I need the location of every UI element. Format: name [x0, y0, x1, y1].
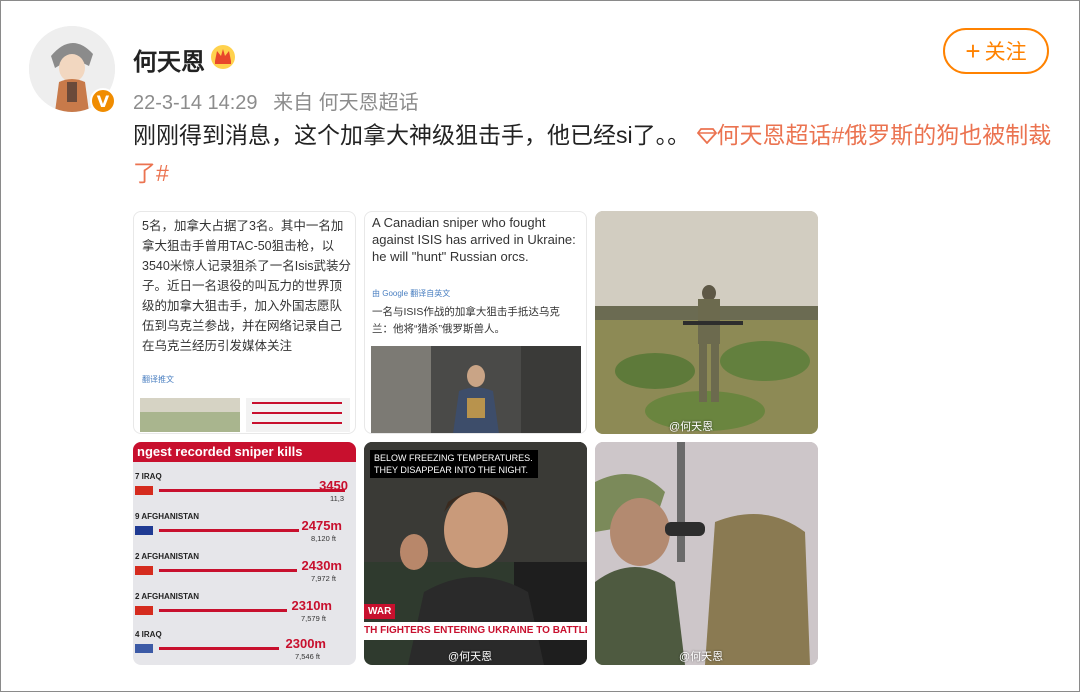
image-6[interactable]: @何天恩 [595, 442, 818, 665]
row-distance: 2300m [285, 636, 326, 651]
post-meta: 22-3-14 14:29 来自 何天恩超话 [133, 86, 429, 115]
post-date[interactable]: 22-3-14 14:29 [133, 92, 258, 114]
image-1[interactable]: 5名，加拿大占据了3名。其中一名加拿大狙击手曾用TAC-50狙击枪，以3540米… [133, 211, 356, 434]
row-distance: 2430m [301, 558, 342, 573]
image-2-english-text: A Canadian sniper who fought against ISI… [372, 215, 576, 264]
image-4-title: ngest recorded sniper kills [133, 442, 356, 462]
row-feet: 7,972 ft [310, 574, 336, 583]
diamond-icon [696, 128, 717, 145]
post-body: 刚刚得到消息，这个加拿大神级狙击手，他已经si了。。 [133, 122, 691, 148]
row-distance: 3450 [319, 478, 348, 493]
row-label: 2 AFGHANISTAN [135, 592, 199, 601]
follow-label: 关注 [984, 41, 1027, 64]
image-1-text: 5名，加拿大占据了3名。其中一名加拿大狙击手曾用TAC-50狙击枪，以3540米… [142, 219, 352, 353]
image-4-row: 2 AFGHANISTAN 2430m 7,972 ft [133, 550, 356, 588]
row-feet: 7,546 ft [294, 652, 320, 661]
username[interactable]: 何天恩 [133, 42, 205, 77]
row-feet: 11,3 [329, 494, 344, 503]
image-4-row: 4 IRAQ 2300m 7,546 ft [133, 628, 356, 665]
post-text: 刚刚得到消息，这个加拿大神级狙击手，他已经si了。。 何天恩超话#俄罗斯的狗也被… [133, 116, 1058, 192]
follow-button[interactable]: + 关注 [943, 28, 1049, 74]
image-2-photo [371, 346, 581, 433]
plus-icon: + [965, 36, 981, 66]
image-5-watermark: @何天恩 [448, 651, 493, 663]
image-3-photo [595, 211, 818, 434]
image-4-row: 2 AFGHANISTAN 2310m 7,579 ft [133, 590, 356, 628]
image-5-war-label: WAR [364, 604, 396, 619]
post-source[interactable]: 来自 何天恩超话 [273, 92, 419, 114]
supertopic-label: 何天恩超话 [716, 122, 832, 148]
image-1-thumbnails [140, 398, 350, 432]
row-distance: 2475m [301, 518, 342, 533]
image-5-ticker: TH FIGHTERS ENTERING UKRAINE TO BATTLE T… [364, 622, 587, 640]
supertopic-link[interactable]: 何天恩超话 [696, 122, 832, 148]
image-1-translate-link: 翻译推文 [142, 375, 174, 384]
row-label: 9 AFGHANISTAN [135, 512, 199, 521]
image-6-photo [595, 442, 818, 665]
row-feet: 8,120 ft [310, 534, 336, 543]
image-2-google-translate: 由 Google 翻译自英文 [372, 289, 451, 298]
row-label: 2 AFGHANISTAN [135, 552, 199, 561]
row-bar [135, 486, 345, 495]
image-2-chinese-text: 一名与ISIS作战的加拿大狙击手抵达乌克兰：他将“猎杀”俄罗斯兽人。 [372, 306, 560, 335]
image-5[interactable]: BELOW FREEZING TEMPERATURES. THEY DISAPP… [364, 442, 587, 665]
image-3[interactable]: @何天恩 [595, 211, 818, 434]
image-2[interactable]: A Canadian sniper who fought against ISI… [364, 211, 587, 434]
row-label: 4 IRAQ [135, 630, 162, 639]
image-6-watermark: @何天恩 [679, 651, 724, 663]
verified-badge-icon: V [90, 88, 116, 114]
row-feet: 7,579 ft [300, 614, 326, 623]
image-3-watermark: @何天恩 [669, 421, 714, 433]
row-label: 7 IRAQ [135, 472, 162, 481]
image-4-row: 7 IRAQ 3450 11,3 [133, 470, 356, 508]
row-distance: 2310m [291, 598, 332, 613]
image-4-row: 9 AFGHANISTAN 2475m 8,120 ft [133, 510, 356, 548]
crown-icon [211, 45, 235, 69]
image-4[interactable]: ngest recorded sniper kills 7 IRAQ 3450 … [133, 442, 356, 665]
image-5-caption: BELOW FREEZING TEMPERATURES. THEY DISAPP… [370, 450, 538, 478]
